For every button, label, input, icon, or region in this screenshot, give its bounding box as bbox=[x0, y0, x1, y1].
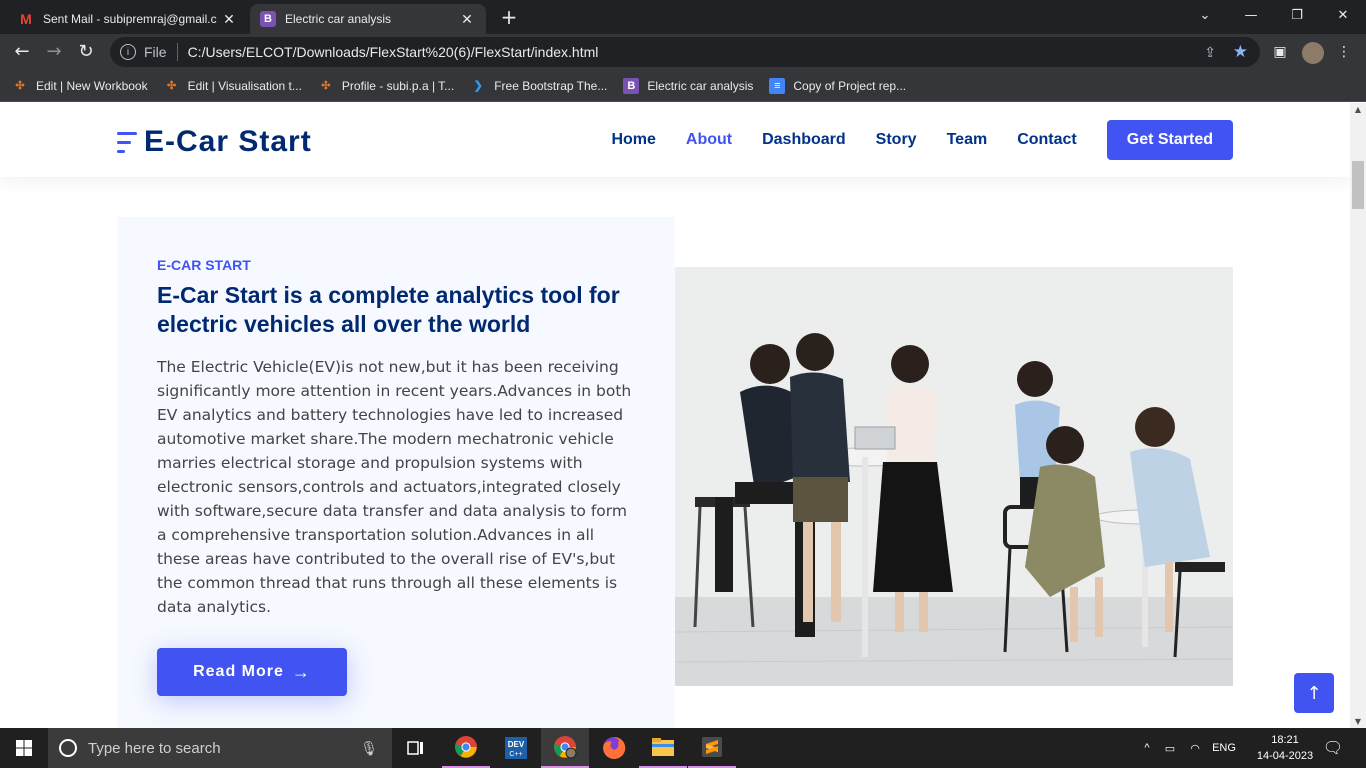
about-paragraph: The Electric Vehicle(EV)is not new,but i… bbox=[157, 358, 632, 616]
tab-electric-car-analysis[interactable]: B Electric car analysis ✕ bbox=[250, 4, 486, 34]
main-nav: Home About Dashboard Story Team Contact … bbox=[581, 120, 1233, 160]
share-icon[interactable]: ⇪ bbox=[1204, 44, 1216, 61]
divider bbox=[176, 43, 178, 61]
tableau-icon: ✣ bbox=[15, 80, 25, 92]
firefox-icon[interactable] bbox=[590, 728, 638, 768]
page-scrollbar[interactable]: ▲ ▼ bbox=[1350, 103, 1366, 728]
forward-icon[interactable]: → bbox=[42, 40, 66, 64]
reload-icon[interactable]: ↻ bbox=[74, 40, 98, 64]
bookmark-star-icon[interactable]: ★ bbox=[1233, 42, 1248, 62]
close-icon[interactable]: ✕ bbox=[220, 11, 238, 28]
tab-sent-mail[interactable]: M Sent Mail - subipremraj@gmail.c ✕ bbox=[8, 4, 248, 34]
bookmark-item[interactable]: ≡ Copy of Project rep... bbox=[769, 77, 907, 94]
team-photo bbox=[675, 267, 1233, 686]
menu-icon[interactable]: ⋮ bbox=[1334, 42, 1354, 62]
get-started-button[interactable]: Get Started bbox=[1106, 120, 1233, 160]
windows-logo-icon bbox=[16, 740, 32, 756]
logo-icon bbox=[117, 129, 137, 155]
avatar[interactable] bbox=[1302, 42, 1324, 64]
sublime-text-icon[interactable] bbox=[688, 728, 736, 768]
minimize-icon[interactable]: — bbox=[1228, 0, 1274, 30]
chrome-profile-icon[interactable] bbox=[541, 728, 589, 768]
scrollbar-thumb[interactable] bbox=[1352, 161, 1364, 209]
bookmark-label: Profile - subi.p.a | T... bbox=[341, 78, 455, 93]
browser-toolbar: ← → ↻ i File C:/Users/ELCOT/Downloads/Fl… bbox=[0, 34, 1366, 70]
language-indicator[interactable]: ENG bbox=[1208, 728, 1240, 768]
bookmarks-bar: ✣ Edit | New Workbook ✣ Edit | Visualisa… bbox=[0, 70, 1366, 102]
bookmark-label: Copy of Project rep... bbox=[793, 78, 907, 93]
svg-text:DEV: DEV bbox=[508, 740, 525, 749]
file-explorer-icon[interactable] bbox=[639, 728, 687, 768]
side-panel-icon[interactable]: ▣ bbox=[1270, 42, 1290, 62]
about-content: E-CAR START E-Car Start is a complete an… bbox=[117, 217, 675, 728]
brand-name: E-Car Start bbox=[144, 125, 312, 158]
dev-cpp-icon[interactable]: DEV C++ bbox=[492, 728, 540, 768]
read-more-label: Read More bbox=[193, 663, 284, 680]
gmail-icon: M bbox=[20, 11, 32, 27]
bookmark-item[interactable]: ❯ Free Bootstrap The... bbox=[470, 78, 608, 94]
search-placeholder: Type here to search bbox=[88, 739, 221, 757]
close-window-icon[interactable]: ✕ bbox=[1320, 0, 1366, 30]
new-tab-icon[interactable]: + bbox=[497, 6, 521, 28]
scroll-up-arrow-icon[interactable]: ▲ bbox=[1350, 105, 1366, 114]
nav-contact[interactable]: Contact bbox=[1017, 131, 1077, 149]
address-bar[interactable]: i File C:/Users/ELCOT/Downloads/FlexStar… bbox=[110, 37, 1260, 67]
nav-home[interactable]: Home bbox=[611, 131, 655, 149]
nav-team[interactable]: Team bbox=[947, 131, 988, 149]
show-hidden-icons-chevron-icon[interactable]: ^ bbox=[1138, 728, 1156, 768]
bootstrap-made-icon: ❯ bbox=[473, 80, 483, 92]
clock-date: 14-04-2023 bbox=[1256, 750, 1314, 762]
task-view-icon[interactable] bbox=[392, 728, 440, 768]
tableau-icon: ✣ bbox=[167, 80, 177, 92]
scheme-label: File bbox=[144, 44, 167, 60]
chrome-icon[interactable] bbox=[442, 728, 490, 768]
bookmark-item[interactable]: ✣ Edit | Visualisation t... bbox=[164, 78, 302, 94]
bookmark-item[interactable]: ✣ Edit | New Workbook bbox=[12, 78, 148, 94]
tableau-icon: ✣ bbox=[321, 80, 331, 92]
bookmark-label: Edit | Visualisation t... bbox=[187, 78, 302, 93]
page-viewport: E-Car Start Home About Dashboard Story T… bbox=[0, 103, 1350, 728]
svg-text:C++: C++ bbox=[509, 751, 522, 758]
taskbar-search[interactable]: Type here to search 🎙 bbox=[48, 728, 392, 768]
site-logo[interactable]: E-Car Start bbox=[117, 125, 312, 159]
windows-start-button[interactable] bbox=[0, 728, 48, 768]
url-text[interactable]: C:/Users/ELCOT/Downloads/FlexStart%20(6)… bbox=[188, 44, 599, 60]
bookmark-label: Free Bootstrap The... bbox=[494, 78, 608, 93]
restore-icon[interactable]: ❐ bbox=[1274, 0, 1320, 30]
bookmark-label: Electric car analysis bbox=[647, 78, 754, 93]
battery-icon[interactable]: ▭ bbox=[1160, 728, 1180, 768]
browser-tab-strip: M Sent Mail - subipremraj@gmail.c ✕ B El… bbox=[0, 0, 1366, 34]
notifications-icon[interactable]: 🗨 bbox=[1318, 728, 1348, 768]
site-header: E-Car Start Home About Dashboard Story T… bbox=[0, 103, 1350, 177]
microphone-icon[interactable]: 🎙 bbox=[360, 740, 378, 757]
bookmark-label: Edit | New Workbook bbox=[36, 78, 148, 93]
arrow-right-icon: → bbox=[291, 661, 311, 682]
wifi-icon[interactable]: ◠ bbox=[1185, 728, 1205, 768]
windows-taskbar: Type here to search 🎙 DEV C++ ^ ▭ ◠ ENG 1… bbox=[0, 728, 1366, 768]
google-docs-icon: ≡ bbox=[769, 77, 786, 94]
scroll-down-arrow-icon[interactable]: ▼ bbox=[1350, 717, 1366, 726]
team-photo-illustration bbox=[675, 267, 1233, 686]
tab-title: Electric car analysis bbox=[285, 12, 392, 26]
tab-title: Sent Mail - subipremraj@gmail.c bbox=[43, 12, 217, 26]
bookmark-item[interactable]: B Electric car analysis bbox=[623, 77, 754, 94]
arrow-up-icon: ↑ bbox=[1306, 682, 1322, 704]
bookmark-item[interactable]: ✣ Profile - subi.p.a | T... bbox=[318, 78, 454, 94]
taskbar-clock[interactable]: 18:21 14-04-2023 bbox=[1255, 732, 1315, 764]
back-to-top-button[interactable]: ↑ bbox=[1294, 673, 1334, 713]
bootstrap-icon: B bbox=[623, 77, 640, 94]
nav-story[interactable]: Story bbox=[876, 131, 917, 149]
info-icon[interactable]: i bbox=[120, 44, 136, 60]
section-kicker: E-CAR START bbox=[157, 257, 251, 273]
nav-about[interactable]: About bbox=[686, 131, 732, 149]
close-icon[interactable]: ✕ bbox=[458, 11, 476, 28]
cortana-icon bbox=[59, 739, 77, 757]
section-headline: E-Car Start is a complete analytics tool… bbox=[157, 282, 620, 337]
read-more-button[interactable]: Read More → bbox=[157, 648, 347, 696]
clock-time: 18:21 bbox=[1271, 734, 1299, 746]
back-icon[interactable]: ← bbox=[10, 40, 34, 64]
nav-dashboard[interactable]: Dashboard bbox=[762, 131, 846, 149]
bootstrap-icon: B bbox=[260, 11, 276, 27]
tab-search-icon[interactable]: ⌄ bbox=[1182, 0, 1228, 30]
